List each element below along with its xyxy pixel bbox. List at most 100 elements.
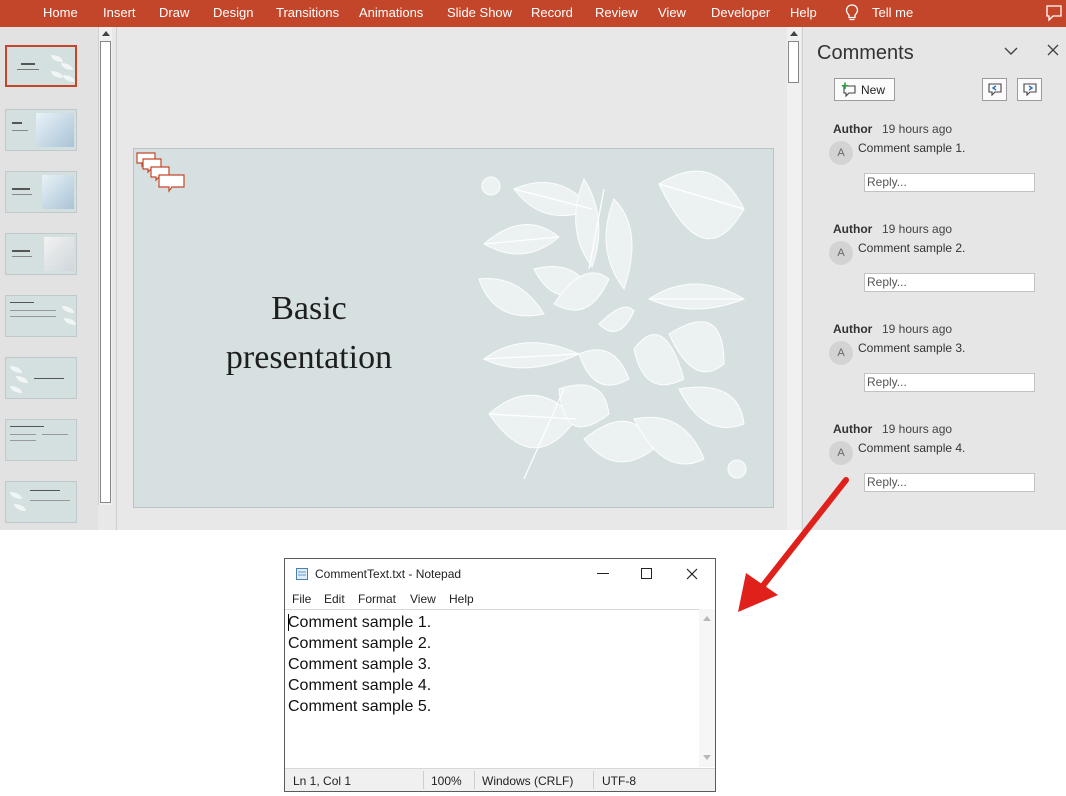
next-comment-button[interactable] — [1017, 78, 1042, 101]
text-line: Comment sample 2. — [288, 635, 432, 652]
comment-markers-icon[interactable] — [134, 149, 194, 209]
slide-thumbnail-5[interactable] — [5, 295, 77, 337]
status-zoom: 100% — [431, 774, 462, 788]
reply-input[interactable]: Reply... — [864, 373, 1035, 392]
slide-canvas[interactable]: Basic presentation — [133, 148, 774, 508]
minimize-icon[interactable] — [597, 573, 609, 574]
scrollbar-thumb[interactable] — [788, 41, 799, 83]
powerpoint-window: Basic presentation Comments New Author 1… — [0, 27, 1066, 530]
tab-draw[interactable]: Draw — [159, 5, 189, 21]
previous-comment-button[interactable] — [982, 78, 1007, 101]
tab-insert[interactable]: Insert — [103, 5, 136, 21]
screenshot-root: Home Insert Draw Design Transitions Anim… — [0, 0, 1066, 796]
close-icon[interactable] — [1046, 43, 1060, 57]
notepad-title-bar[interactable]: CommentText.txt - Notepad — [285, 559, 715, 589]
avatar: A — [829, 141, 853, 165]
avatar: A — [829, 441, 853, 465]
comments-pane: Comments New Author 19 hours ago A Comme… — [802, 27, 1066, 530]
scroll-up-arrow-icon[interactable] — [703, 616, 711, 621]
new-comment-button[interactable]: New — [834, 78, 895, 101]
comment-author: Author — [833, 122, 873, 136]
ribbon-tab-bar: Home Insert Draw Design Transitions Anim… — [0, 0, 1066, 27]
tab-help[interactable]: Help — [790, 5, 817, 21]
slide-thumbnail-4[interactable] — [5, 233, 77, 275]
chevron-down-icon[interactable] — [1003, 43, 1019, 59]
tab-record[interactable]: Record — [531, 5, 573, 21]
lightbulb-icon[interactable] — [845, 4, 859, 22]
avatar: A — [829, 241, 853, 265]
text-line: Comment sample 3. — [288, 656, 432, 673]
tab-transitions[interactable]: Transitions — [276, 5, 339, 21]
menu-help[interactable]: Help — [449, 592, 474, 606]
reply-input[interactable]: Reply... — [864, 473, 1035, 492]
maximize-icon[interactable] — [641, 568, 652, 579]
scrollbar-thumb[interactable] — [100, 41, 111, 503]
comment-thread: Author 19 hours ago A Comment sample 3. … — [803, 322, 1066, 412]
menu-format[interactable]: Format — [358, 592, 396, 606]
scroll-down-arrow-icon[interactable] — [703, 755, 711, 760]
slide-thumbnail-8[interactable] — [5, 481, 77, 523]
previous-comment-icon — [988, 83, 1002, 97]
status-cursor-position: Ln 1, Col 1 — [293, 774, 352, 788]
tell-me-search[interactable]: Tell me — [872, 5, 913, 21]
tab-slide-show[interactable]: Slide Show — [447, 5, 512, 21]
slide-thumbnail-pane — [0, 27, 98, 530]
avatar: A — [829, 341, 853, 365]
close-icon[interactable] — [685, 567, 699, 581]
red-arrow-annotation — [738, 477, 849, 612]
notepad-title: CommentText.txt - Notepad — [315, 567, 462, 581]
comment-text[interactable]: Comment sample 1. — [858, 141, 965, 155]
comment-author: Author — [833, 322, 873, 336]
notepad-icon — [296, 568, 308, 580]
comment-text[interactable]: Comment sample 2. — [858, 241, 965, 255]
notepad-menu-bar: File Edit Format View Help — [285, 589, 715, 609]
tab-animations[interactable]: Animations — [359, 5, 423, 21]
slide-thumbnail-3[interactable] — [5, 171, 77, 213]
scroll-up-arrow-icon[interactable] — [790, 31, 798, 36]
tab-design[interactable]: Design — [213, 5, 253, 21]
comment-time: 19 hours ago — [882, 322, 953, 336]
text-line: Comment sample 4. — [288, 677, 432, 694]
menu-edit[interactable]: Edit — [324, 592, 345, 606]
next-comment-icon — [1023, 83, 1037, 97]
slide-editor: Basic presentation — [117, 27, 785, 530]
slide-thumbnail-2[interactable] — [5, 109, 77, 151]
tab-review[interactable]: Review — [595, 5, 638, 21]
notepad-scrollbar[interactable] — [699, 609, 715, 767]
notepad-status-bar: Ln 1, Col 1 100% Windows (CRLF) UTF-8 — [285, 768, 715, 791]
comment-text[interactable]: Comment sample 3. — [858, 341, 965, 355]
menu-file[interactable]: File — [292, 592, 311, 606]
comment-time: 19 hours ago — [882, 422, 953, 436]
reply-input[interactable]: Reply... — [864, 273, 1035, 292]
tab-developer[interactable]: Developer — [711, 5, 770, 21]
leaf-decoration-image — [478, 170, 747, 480]
comment-thread: Author 19 hours ago A Comment sample 1. … — [803, 122, 1066, 212]
comment-time: 19 hours ago — [882, 222, 953, 236]
comment-author: Author — [833, 222, 873, 236]
reply-input[interactable]: Reply... — [864, 173, 1035, 192]
comment-time: 19 hours ago — [882, 122, 953, 136]
new-comment-label: New — [861, 83, 886, 97]
comment-author: Author — [833, 422, 873, 436]
comments-toggle-icon[interactable] — [1045, 4, 1063, 22]
text-line: Comment sample 1. — [288, 614, 432, 631]
scroll-up-arrow-icon[interactable] — [102, 31, 110, 36]
status-encoding: UTF-8 — [602, 774, 636, 788]
comments-pane-title: Comments — [817, 42, 914, 64]
slide-thumbnail-7[interactable] — [5, 419, 77, 461]
slide-thumbnail-1[interactable] — [5, 45, 77, 87]
comment-text[interactable]: Comment sample 4. — [858, 441, 965, 455]
status-line-endings: Windows (CRLF) — [482, 774, 574, 788]
tab-view[interactable]: View — [658, 5, 686, 21]
thumbnail-scrollbar[interactable] — [98, 27, 112, 505]
text-line: Comment sample 5. — [288, 698, 432, 715]
menu-view[interactable]: View — [410, 592, 436, 606]
slide-title[interactable]: Basic presentation — [189, 284, 429, 382]
editor-scrollbar[interactable] — [787, 27, 801, 530]
slide-thumbnail-6[interactable] — [5, 357, 77, 399]
tab-home[interactable]: Home — [43, 5, 78, 21]
comment-thread: Author 19 hours ago A Comment sample 2. … — [803, 222, 1066, 312]
notepad-text-area[interactable]: Comment sample 1. Comment sample 2. Comm… — [285, 609, 699, 767]
notepad-window: CommentText.txt - Notepad File Edit Form… — [284, 558, 716, 792]
new-comment-icon — [841, 82, 856, 98]
